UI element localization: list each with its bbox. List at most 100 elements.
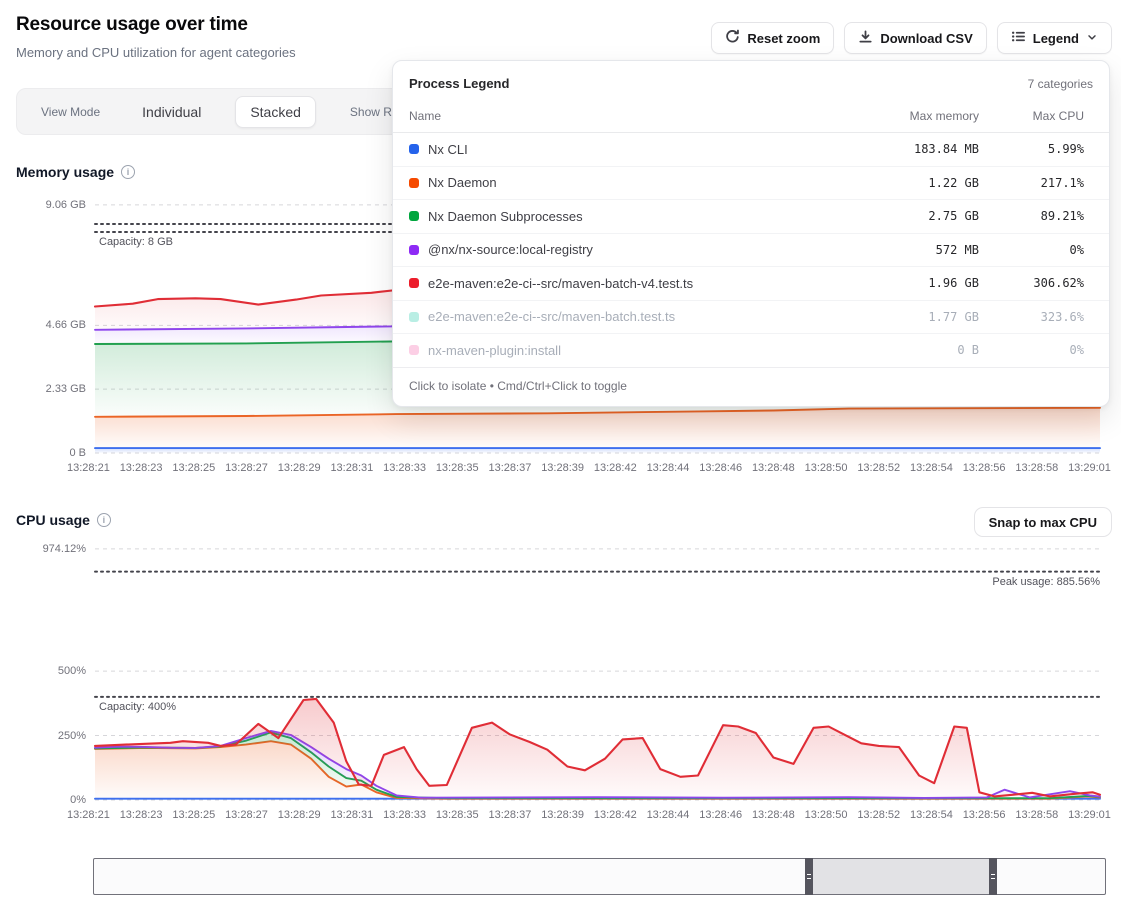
x-axis-tick-label: 13:28:46: [699, 462, 742, 474]
x-axis-tick-label: 13:28:29: [278, 462, 321, 474]
series-color-swatch: [409, 312, 419, 322]
x-axis-tick-label: 13:28:50: [805, 809, 848, 821]
x-axis-tick-label: 13:28:46: [699, 809, 742, 821]
brush-selection[interactable]: [809, 859, 993, 894]
legend-row[interactable]: Nx CLI183.84 MB5.99%: [393, 133, 1109, 167]
max-memory-value: 572 MB: [809, 243, 979, 257]
column-max-cpu: Max CPU: [979, 109, 1084, 123]
cpu-chart[interactable]: 974.12%500%250%0%Peak usage: 885.56%Capa…: [0, 545, 1121, 827]
x-axis-tick-label: 13:28:56: [963, 809, 1006, 821]
refresh-icon: [725, 29, 740, 47]
legend-row[interactable]: e2e-maven:e2e-ci--src/maven-batch.test.t…: [393, 301, 1109, 335]
snap-to-max-cpu-button[interactable]: Snap to max CPU: [974, 507, 1112, 537]
info-icon[interactable]: i: [121, 165, 135, 179]
brush-handle-right[interactable]: [989, 858, 997, 895]
x-axis-tick-label: 13:28:37: [489, 809, 532, 821]
max-memory-value: 1.77 GB: [809, 310, 979, 324]
reference-line-label: Capacity: 8 GB: [99, 236, 173, 248]
time-range-brush[interactable]: [93, 858, 1106, 895]
x-axis-tick-label: 13:28:27: [225, 462, 268, 474]
resource-usage-page: Resource usage over time Memory and CPU …: [0, 0, 1121, 916]
view-mode-stacked[interactable]: Stacked: [235, 96, 316, 128]
header-actions: Reset zoom Download CSV Legend: [711, 22, 1112, 54]
reset-zoom-label: Reset zoom: [747, 31, 820, 46]
reference-line-label: Capacity: 400%: [99, 701, 176, 713]
download-icon: [858, 29, 873, 47]
x-axis-tick-label: 13:28:23: [120, 809, 163, 821]
y-axis-tick-label: 250%: [0, 730, 86, 742]
legend-label: Legend: [1033, 31, 1079, 46]
legend-column-headers: Name Max memory Max CPU: [393, 103, 1109, 133]
y-axis-tick-label: 0%: [0, 794, 86, 806]
x-axis-tick-label: 13:28:29: [278, 809, 321, 821]
x-axis-tick-label: 13:29:01: [1068, 809, 1111, 821]
x-axis-tick-label: 13:28:23: [120, 462, 163, 474]
series-color-swatch: [409, 245, 419, 255]
view-mode-individual[interactable]: Individual: [128, 97, 215, 127]
x-axis-tick-label: 13:28:39: [541, 462, 584, 474]
x-axis-tick-label: 13:28:54: [910, 462, 953, 474]
view-mode-label: View Mode: [41, 105, 100, 119]
legend-row[interactable]: Nx Daemon Subprocesses2.75 GB89.21%: [393, 200, 1109, 234]
category-count: 7 categories: [1028, 77, 1093, 91]
x-axis-tick-label: 13:28:31: [330, 809, 373, 821]
legend-rows: Nx CLI183.84 MB5.99%Nx Daemon1.22 GB217.…: [393, 133, 1109, 368]
legend-row[interactable]: @nx/nx-source:local-registry 572 MB0%: [393, 234, 1109, 268]
series-name: @nx/nx-source:local-registry: [428, 242, 593, 257]
memory-section-title: Memory usage i: [16, 164, 135, 180]
y-axis-tick-label: 9.06 GB: [0, 199, 86, 211]
legend-button[interactable]: Legend: [997, 22, 1112, 54]
y-axis-tick-label: 2.33 GB: [0, 383, 86, 395]
series-color-swatch: [409, 211, 419, 221]
x-axis-tick-label: 13:28:54: [910, 809, 953, 821]
legend-row[interactable]: nx-maven-plugin:install0 B0%: [393, 334, 1109, 368]
series-name: Nx Daemon Subprocesses: [428, 209, 583, 224]
x-axis-tick-label: 13:28:50: [805, 462, 848, 474]
download-csv-button[interactable]: Download CSV: [844, 22, 986, 54]
process-legend-popup: Process Legend 7 categories Name Max mem…: [392, 60, 1110, 407]
reference-line-label: Peak usage: 885.56%: [992, 576, 1100, 588]
legend-row[interactable]: Nx Daemon1.22 GB217.1%: [393, 167, 1109, 201]
x-axis-tick-label: 13:29:01: [1068, 462, 1111, 474]
popup-title: Process Legend: [409, 76, 509, 91]
x-axis-tick-label: 13:28:42: [594, 809, 637, 821]
x-axis-tick-label: 13:28:27: [225, 809, 268, 821]
series-name: nx-maven-plugin:install: [428, 343, 561, 358]
x-axis-tick-label: 13:28:42: [594, 462, 637, 474]
x-axis-tick-label: 13:28:33: [383, 809, 426, 821]
max-cpu-value: 323.6%: [979, 310, 1084, 324]
y-axis-tick-label: 4.66 GB: [0, 319, 86, 331]
page-title: Resource usage over time: [16, 14, 248, 36]
max-cpu-value: 89.21%: [979, 209, 1084, 223]
max-cpu-value: 0%: [979, 243, 1084, 257]
cpu-usage-heading: CPU usage: [16, 512, 90, 528]
x-axis-labels: 13:28:2113:28:2313:28:2513:28:2713:28:29…: [67, 809, 1111, 821]
max-memory-value: 1.96 GB: [809, 276, 979, 290]
x-axis-tick-label: 13:28:35: [436, 809, 479, 821]
x-axis-labels: 13:28:2113:28:2313:28:2513:28:2713:28:29…: [67, 462, 1111, 474]
legend-row[interactable]: e2e-maven:e2e-ci--src/maven-batch-v4.tes…: [393, 267, 1109, 301]
series-color-swatch: [409, 144, 419, 154]
y-axis-tick-label: 974.12%: [0, 543, 86, 555]
x-axis-tick-label: 13:28:35: [436, 462, 479, 474]
legend-footer-hint: Click to isolate • Cmd/Ctrl+Click to tog…: [393, 367, 1109, 406]
max-cpu-value: 306.62%: [979, 276, 1084, 290]
cpu-plot[interactable]: [95, 545, 1100, 800]
max-memory-value: 1.22 GB: [809, 176, 979, 190]
x-axis-tick-label: 13:28:58: [1015, 462, 1058, 474]
max-memory-value: 183.84 MB: [809, 142, 979, 156]
x-axis-tick-label: 13:28:48: [752, 462, 795, 474]
series-name: Nx Daemon: [428, 175, 497, 190]
reset-zoom-button[interactable]: Reset zoom: [711, 22, 834, 54]
series-color-swatch: [409, 178, 419, 188]
x-axis-tick-label: 13:28:37: [489, 462, 532, 474]
info-icon[interactable]: i: [97, 513, 111, 527]
brush-handle-left[interactable]: [805, 858, 813, 895]
x-axis-tick-label: 13:28:39: [541, 809, 584, 821]
column-max-memory: Max memory: [809, 109, 979, 123]
max-cpu-value: 5.99%: [979, 142, 1084, 156]
download-csv-label: Download CSV: [880, 31, 972, 46]
x-axis-tick-label: 13:28:25: [172, 809, 215, 821]
x-axis-tick-label: 13:28:44: [647, 809, 690, 821]
chevron-down-icon: [1086, 31, 1098, 46]
